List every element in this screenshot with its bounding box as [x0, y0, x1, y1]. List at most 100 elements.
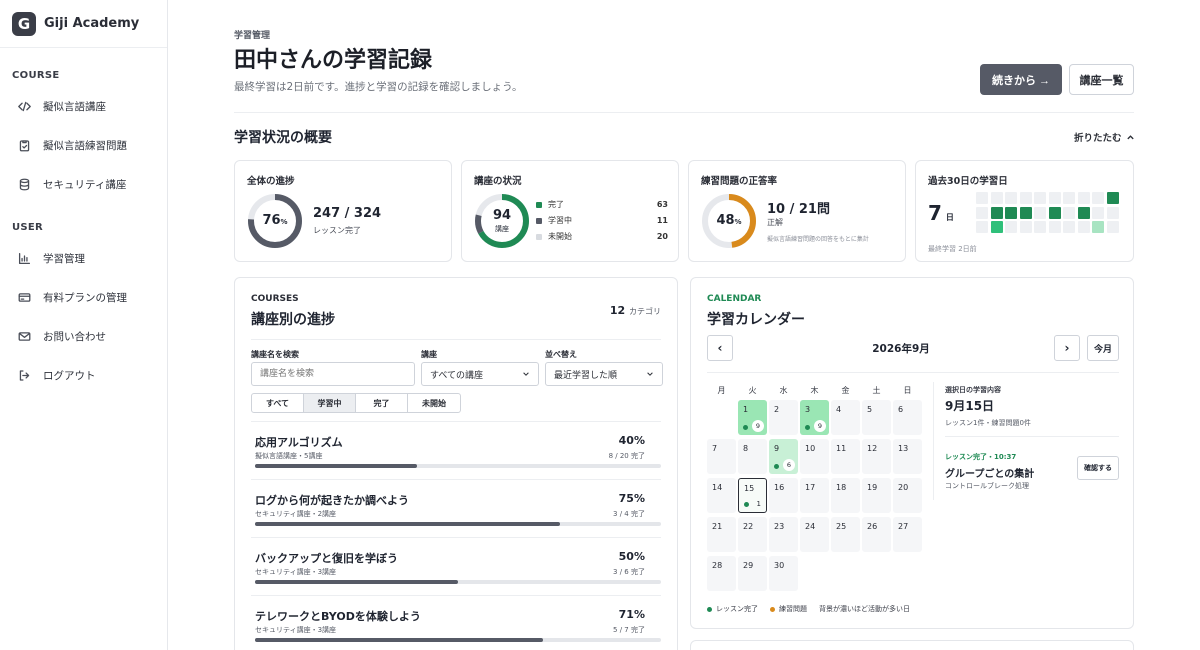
calendar-day[interactable]: 2	[769, 400, 798, 435]
calendar-day[interactable]: 10	[800, 439, 829, 474]
day-number: 19	[867, 483, 878, 492]
day-number: 8	[743, 444, 749, 453]
day-number: 18	[836, 483, 847, 492]
calendar-day[interactable]: 8	[738, 439, 767, 474]
day-number: 3	[805, 405, 811, 414]
course-row[interactable]: テレワークとBYODを体験しよう 71% セキュリティ講座・3講座 5 / 7 …	[251, 595, 661, 650]
calendar-divider	[707, 372, 1119, 373]
heatmap-cell	[976, 221, 988, 233]
calendar-day[interactable]: 21	[707, 517, 736, 552]
logout-icon	[19, 370, 30, 381]
calendar-day[interactable]: 39	[800, 400, 829, 435]
calendar-day[interactable]: 28	[707, 556, 736, 591]
calendar-day[interactable]: 19	[738, 400, 767, 435]
calendar-day[interactable]: 19	[862, 478, 891, 513]
course-list-button[interactable]: 講座一覧	[1069, 64, 1134, 95]
prev-month-button[interactable]: ‹	[707, 335, 733, 361]
accuracy-score-label: 正解	[767, 218, 783, 227]
day-number: 6	[898, 405, 904, 414]
continue-button[interactable]: 続きから →	[980, 64, 1062, 95]
sidebar-item-security-course[interactable]: セキュリティ講座	[0, 165, 167, 204]
calendar-day[interactable]: 29	[738, 556, 767, 591]
calendar-day[interactable]: 5	[862, 400, 891, 435]
calendar-day[interactable]: 96	[769, 439, 798, 474]
lesson-dot	[774, 464, 779, 469]
next-month-button[interactable]: ›	[1054, 335, 1080, 361]
sidebar-item-pseudo-lang-practice[interactable]: 擬似言語練習問題	[0, 126, 167, 165]
calendar-day[interactable]: 27	[893, 517, 922, 552]
progress-percent-unit: %	[280, 218, 288, 226]
tab-all[interactable]: すべて	[252, 394, 304, 412]
calendar-day[interactable]: 30	[769, 556, 798, 591]
legend-lesson-label: レッスン完了	[716, 605, 758, 613]
calendar-day[interactable]: 14	[707, 478, 736, 513]
day-number: 15	[744, 484, 755, 493]
heatmap-cell	[990, 192, 1003, 204]
calendar-day[interactable]: 15 1	[738, 478, 767, 513]
calendar-day[interactable]: 7	[707, 439, 736, 474]
course-name: ログから何が起きたか調べよう	[255, 494, 409, 507]
collapse-toggle[interactable]: 折りたたむ	[1074, 130, 1135, 144]
sidebar-item-learning-management[interactable]: 学習管理	[0, 239, 167, 278]
chevron-down-icon	[523, 372, 529, 376]
tab-completed[interactable]: 完了	[356, 394, 408, 412]
sidebar-item-label: 擬似言語講座	[43, 101, 106, 113]
day-number: 23	[774, 522, 785, 531]
heatmap-cell	[1092, 192, 1104, 204]
sidebar-item-contact[interactable]: お問い合わせ	[0, 317, 167, 356]
course-category: セキュリティ講座・3講座	[255, 568, 337, 576]
calendar-day[interactable]: 18	[831, 478, 860, 513]
courses-divider	[251, 339, 661, 340]
sidebar-item-logout[interactable]: ログアウト	[0, 356, 167, 395]
next-panel	[690, 640, 1134, 650]
category-count-unit: カテゴリ	[629, 307, 661, 316]
calendar-day[interactable]: 13	[893, 439, 922, 474]
course-filter-select[interactable]: すべての講座	[421, 362, 539, 386]
page-subtitle: 最終学習は2日前です。進捗と学習の記録を確認しましょう。	[234, 81, 523, 93]
calendar-day[interactable]: 11	[831, 439, 860, 474]
heatmap-cell	[1005, 221, 1017, 233]
day-number: 5	[867, 405, 873, 414]
heatmap-cell	[976, 206, 988, 219]
course-row[interactable]: バックアップと復旧を学ぼう 50% セキュリティ講座・3講座 3 / 6 完了	[251, 537, 661, 595]
tab-in-progress[interactable]: 学習中	[304, 394, 356, 412]
calendar-month: 2026年9月	[872, 343, 930, 355]
sidebar-item-label: 学習管理	[43, 253, 85, 265]
calendar-day[interactable]: 17	[800, 478, 829, 513]
calendar-day[interactable]: 26	[862, 517, 891, 552]
nav-section-user: USER	[12, 222, 44, 233]
accuracy-percent-unit: %	[734, 218, 742, 226]
course-search-input[interactable]	[251, 362, 415, 386]
confirm-button[interactable]: 確認する	[1077, 456, 1119, 480]
calendar-day[interactable]: 12	[862, 439, 891, 474]
calendar-day[interactable]: 20	[893, 478, 922, 513]
weekday-label: 金	[841, 386, 850, 395]
this-month-button[interactable]: 今月	[1087, 335, 1119, 361]
calendar-day[interactable]: 4	[831, 400, 860, 435]
day-number: 11	[836, 444, 847, 453]
overview-title: 学習状況の概要	[234, 130, 332, 146]
calendar-day[interactable]: 6	[893, 400, 922, 435]
brand[interactable]: G Giji Academy	[0, 0, 167, 48]
heatmap-cell	[1048, 206, 1061, 219]
calendar-day[interactable]: 23	[769, 517, 798, 552]
course-row[interactable]: ログから何が起きたか調べよう 75% セキュリティ講座・2講座 3 / 4 完了	[251, 479, 661, 537]
calendar-day[interactable]: 22	[738, 517, 767, 552]
heatmap-cell	[1106, 192, 1119, 204]
sidebar-item-pseudo-lang-course[interactable]: 擬似言語講座	[0, 87, 167, 126]
calendar-day[interactable]: 25	[831, 517, 860, 552]
activity-count: 1	[756, 500, 761, 508]
course-filter-label: 講座	[421, 350, 437, 359]
day-number: 14	[712, 483, 723, 492]
card-label: 全体の進捗	[247, 176, 295, 187]
course-percent: 40%	[618, 434, 645, 447]
calendar-day[interactable]: 24	[800, 517, 829, 552]
sidebar-item-paid-plan[interactable]: 有料プランの管理	[0, 278, 167, 317]
course-row[interactable]: 応用アルゴリズム 40% 擬似言語講座・5講座 8 / 20 完了	[251, 421, 661, 479]
sort-select[interactable]: 最近学習した順	[545, 362, 663, 386]
tab-not-started[interactable]: 未開始	[408, 394, 460, 412]
study-days: 7日	[928, 201, 954, 225]
lesson-count-label: レッスン完了	[313, 226, 361, 235]
day-number: 25	[836, 522, 847, 531]
calendar-day[interactable]: 16	[769, 478, 798, 513]
